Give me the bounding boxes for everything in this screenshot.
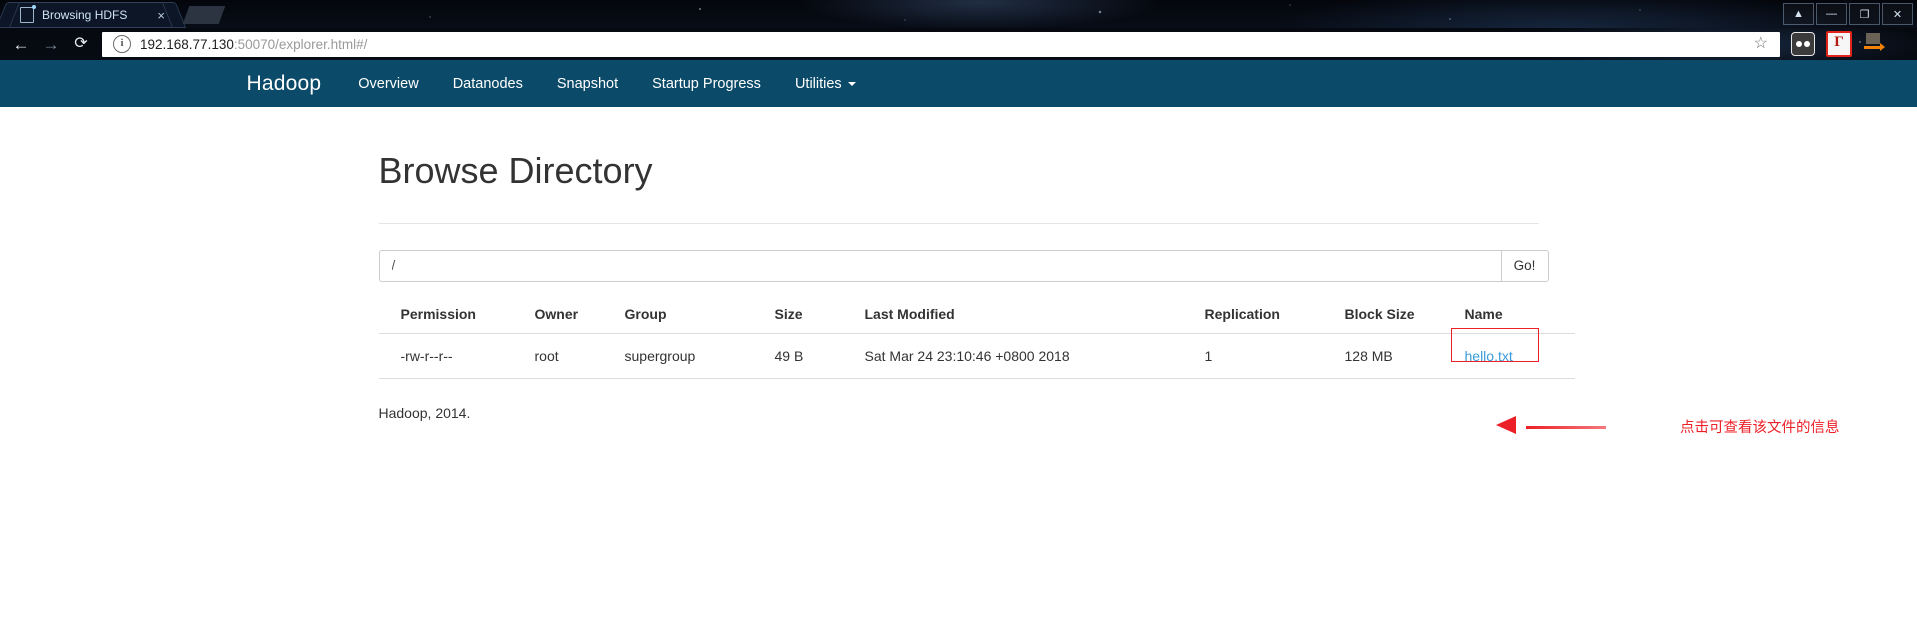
cell-block-size: 128 MB xyxy=(1344,333,1465,379)
nav-link-datanodes[interactable]: Datanodes xyxy=(436,76,540,92)
cell-name: hello.txt xyxy=(1450,327,1575,379)
nav-link-utilities-label: Utilities xyxy=(794,75,842,92)
table-header-row: Permission Owner Group Size Last Modifie… xyxy=(378,305,1575,334)
page-icon xyxy=(20,5,36,23)
col-header-permission: Permission xyxy=(378,305,535,334)
annotation-arrow-icon xyxy=(1496,415,1606,437)
annotation-text: 点击可查看该文件的信息 xyxy=(1680,419,1840,436)
chevron-down-icon xyxy=(847,81,856,86)
address-bar-url: 192.168.77.130:50070/explorer.html#/ xyxy=(140,37,367,52)
url-path: :50070/explorer.html#/ xyxy=(233,36,368,52)
site-info-icon[interactable]: i xyxy=(113,35,131,53)
path-search-group: Go! xyxy=(378,249,1549,282)
cell-group: supergroup xyxy=(624,333,775,379)
col-header-replication: Replication xyxy=(1204,305,1345,334)
cell-size: 49 B xyxy=(774,333,865,379)
title-divider xyxy=(378,222,1539,224)
nav-link-overview[interactable]: Overview xyxy=(341,76,435,92)
window-controls: ▲ — ❐ ✕ xyxy=(1782,0,1917,28)
bookmark-star-icon[interactable]: ☆ xyxy=(1754,36,1768,52)
cell-last-modified: Sat Mar 24 23:10:46 +0800 2018 xyxy=(864,333,1205,379)
nav-link-snapshot[interactable]: Snapshot xyxy=(540,76,635,92)
nav-link-startup-progress[interactable]: Startup Progress xyxy=(635,76,778,92)
col-header-owner: Owner xyxy=(534,305,625,334)
maximize-button[interactable]: ❐ xyxy=(1849,3,1880,25)
nav-link-utilities[interactable]: Utilities xyxy=(778,76,873,92)
url-host: 192.168.77.130 xyxy=(140,36,234,52)
browser-tab-title: Browsing HDFS xyxy=(42,8,128,22)
download-extension-icon[interactable] xyxy=(1863,33,1885,55)
minimize-button[interactable]: — xyxy=(1816,3,1847,25)
col-header-group: Group xyxy=(624,305,775,334)
go-button[interactable]: Go! xyxy=(1500,249,1549,282)
directory-listing-table: Permission Owner Group Size Last Modifie… xyxy=(378,305,1575,379)
address-bar[interactable]: i 192.168.77.130:50070/explorer.html#/ ☆ xyxy=(102,31,1780,57)
reload-icon[interactable]: ⟳ xyxy=(66,36,96,52)
cell-replication: 1 xyxy=(1204,333,1345,379)
page-footer: Hadoop, 2014. xyxy=(378,404,471,421)
close-icon[interactable]: × xyxy=(157,9,165,22)
pdf-extension-icon[interactable]: Г xyxy=(1826,31,1852,57)
extension-toolbar: Г xyxy=(1780,28,1917,60)
main-container: Browse Directory Go! Permission Owner Gr… xyxy=(378,150,1575,421)
page-title: Browse Directory xyxy=(378,150,653,191)
cell-owner: root xyxy=(534,333,625,379)
glasses-extension-icon[interactable] xyxy=(1791,32,1815,56)
col-header-name: Name xyxy=(1464,305,1575,334)
page-content: Hadoop Overview Datanodes Snapshot Start… xyxy=(0,60,1917,623)
path-input[interactable] xyxy=(378,249,1501,282)
browser-window: Browsing HDFS × ▲ — ❐ ✕ ← → ⟳ i 192.168.… xyxy=(0,0,1917,623)
col-header-size: Size xyxy=(774,305,865,334)
back-icon[interactable]: ← xyxy=(6,36,36,53)
file-link-hello-txt[interactable]: hello.txt xyxy=(1465,348,1513,364)
col-header-last-modified: Last Modified xyxy=(864,305,1205,334)
browser-toolbar: ← → ⟳ i 192.168.77.130:50070/explorer.ht… xyxy=(0,28,1917,60)
close-window-button[interactable]: ✕ xyxy=(1882,3,1913,25)
col-header-block-size: Block Size xyxy=(1344,305,1465,334)
table-row: -rw-r--r-- root supergroup 49 B Sat Mar … xyxy=(378,327,1575,379)
cell-permission: -rw-r--r-- xyxy=(378,333,535,379)
browser-tab-browsing-hdfs[interactable]: Browsing HDFS × xyxy=(8,2,174,28)
brand-hadoop[interactable]: Hadoop xyxy=(247,72,342,96)
new-tab-button[interactable] xyxy=(182,6,226,24)
forward-icon[interactable]: → xyxy=(36,36,66,53)
hadoop-navbar: Hadoop Overview Datanodes Snapshot Start… xyxy=(0,60,1917,107)
annotation-group: 点击可查看该文件的信息 xyxy=(1496,415,1840,437)
browser-tabstrip: Browsing HDFS × ▲ — ❐ ✕ xyxy=(0,0,1917,28)
profile-icon[interactable]: ▲ xyxy=(1783,3,1814,25)
